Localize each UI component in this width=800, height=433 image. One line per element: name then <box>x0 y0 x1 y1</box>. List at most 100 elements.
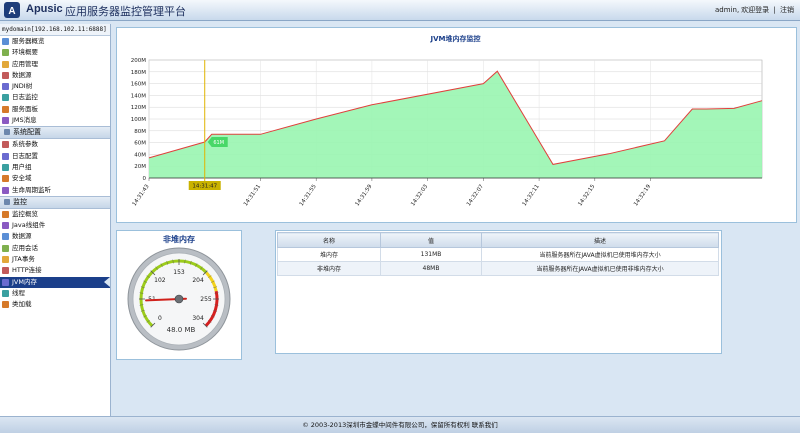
row-desc: 当前服务器所在JAVA虚拟机已使用堆内存大小 <box>481 247 719 262</box>
svg-text:A: A <box>8 6 15 17</box>
app-brand: Apusic <box>26 3 63 15</box>
sidebar-item-icon <box>2 49 9 57</box>
gauge-hub <box>174 294 184 304</box>
sidebar-item[interactable]: Java线组件 <box>0 220 110 231</box>
sidebar-item[interactable]: 应用管理 <box>0 59 110 70</box>
heap-memory-chart-panel: JVM堆内存监控 0 20M 40M 60M 80M 100M 120M 140M 160M 180… <box>116 27 797 223</box>
y-tick-label: 40M <box>134 152 146 158</box>
sidebar-item-label: 系统参数 <box>12 140 38 149</box>
row-value: 131MB <box>380 247 482 262</box>
non-heap-gauge: 非堆内存05110215320425530448.0 MB <box>127 234 231 351</box>
sidebar-item-label: 数据源 <box>12 232 32 241</box>
sidebar-item-label: 安全域 <box>12 174 32 183</box>
x-tick-label: 14:32:03 <box>410 183 429 207</box>
sidebar-item-icon <box>2 186 9 194</box>
sidebar-item-label: Java线组件 <box>12 221 46 230</box>
y-tick-label: 0 <box>143 176 147 182</box>
sidebar-item-icon <box>2 60 9 68</box>
cursor-value-label: 61M <box>213 140 224 146</box>
sidebar-item[interactable]: 系统参数 <box>0 139 110 150</box>
sidebar-item[interactable]: 数据源 <box>0 70 110 81</box>
col-name-header[interactable]: 名称 <box>277 232 381 248</box>
sidebar-item[interactable]: 应用会话 <box>0 243 110 254</box>
sidebar-item[interactable]: 生命周期监听 <box>0 185 110 196</box>
sidebar-item[interactable]: 日志监控 <box>0 92 110 103</box>
sidebar-item[interactable]: 日志配置 <box>0 151 110 162</box>
separator: | <box>773 6 776 14</box>
sidebar-item[interactable]: JMS消息 <box>0 115 110 126</box>
table-row[interactable]: 非堆内存 48MB 当前服务器所在JAVA虚拟机已使用非堆内存大小 <box>277 261 719 276</box>
sidebar-item-icon <box>2 141 9 149</box>
memory-table: 名称 值 描述 堆内存 131MB 当前服务器所在JAVA虚拟机已使用堆内存大小… <box>277 232 719 276</box>
section-label: 系统配置 <box>13 128 41 137</box>
sidebar-item-label: 用户组 <box>12 162 32 171</box>
memory-table-panel: 名称 值 描述 堆内存 131MB 当前服务器所在JAVA虚拟机已使用堆内存大小… <box>275 230 722 354</box>
sidebar-item-icon <box>2 105 9 113</box>
sidebar-item-label: 日志监控 <box>12 93 38 102</box>
y-tick-label: 60M <box>134 141 146 147</box>
gauge-tick-label: 153 <box>173 269 185 276</box>
x-tick-label: 14:32:07 <box>466 183 485 207</box>
sidebar-item-label: 类加载 <box>12 300 32 309</box>
chart-title: JVM堆内存监控 <box>430 34 481 43</box>
sidebar-item-icon <box>2 163 9 171</box>
col-desc-header[interactable]: 描述 <box>481 232 719 248</box>
username: admin <box>715 6 737 14</box>
sidebar-item[interactable]: JNDI树 <box>0 81 110 92</box>
row-name: 堆内存 <box>277 247 381 262</box>
sidebar-item-icon <box>2 210 9 218</box>
sidebar-section-header[interactable]: 系统配置 <box>0 126 110 140</box>
gauge-title: 非堆内存 <box>163 234 195 244</box>
sidebar-item-label: 数据源 <box>12 70 32 79</box>
header: A Apusic 应用服务器监控管理平台 admin, 欢迎登录 | 注销 <box>0 0 800 21</box>
apusic-logo-icon: A <box>4 2 20 18</box>
gauge-tick-label: 0 <box>158 315 162 322</box>
x-tick-label: 14:31:55 <box>299 183 318 207</box>
logout-link[interactable]: 注销 <box>780 6 794 14</box>
x-tick-label: 14:32:19 <box>633 183 652 207</box>
footer: © 2003-2013深圳市金蝶中间件有限公司，保留所有权利 联系我们 <box>0 416 800 433</box>
y-tick-label: 120M <box>131 105 146 111</box>
row-name: 非堆内存 <box>277 261 381 276</box>
sidebar-item-icon <box>2 38 9 45</box>
sidebar-item-icon <box>2 233 9 241</box>
gauge-value-label: 48.0 MB <box>167 326 196 334</box>
sidebar-section-header[interactable]: 监控 <box>0 195 110 209</box>
sidebar: mydomain[192.168.102.11:6888] 服务器概览 环境概要应… <box>0 24 111 416</box>
sidebar-item-icon <box>2 301 9 309</box>
sidebar-item[interactable]: 线程 <box>0 288 110 299</box>
sidebar-item[interactable]: 监控概览 <box>0 209 110 220</box>
sidebar-item-icon <box>2 289 9 297</box>
sidebar-item[interactable]: 服务器概览 <box>0 36 110 47</box>
section-label: 监控 <box>13 197 27 206</box>
app-title: 应用服务器监控管理平台 <box>65 5 186 18</box>
sidebar-item[interactable]: 环境概要 <box>0 47 110 58</box>
sidebar-item[interactable]: 数据源 <box>0 231 110 242</box>
y-tick-label: 180M <box>131 70 146 76</box>
gauge-tick-label: 102 <box>154 277 166 284</box>
sidebar-item[interactable]: HTTP连接 <box>0 265 110 276</box>
col-value-header[interactable]: 值 <box>380 232 482 248</box>
sidebar-item-icon <box>2 152 9 160</box>
row-desc: 当前服务器所在JAVA虚拟机已使用非堆内存大小 <box>481 261 719 276</box>
domain-label[interactable]: mydomain[192.168.102.11:6888] <box>0 24 110 36</box>
sidebar-item-label: JVM内存 <box>12 277 37 286</box>
sidebar-item-icon <box>2 83 9 91</box>
sidebar-item[interactable]: JVM内存 <box>0 276 110 288</box>
section-icon <box>4 129 10 136</box>
sidebar-item-label: JNDI树 <box>12 82 33 91</box>
sidebar-item[interactable]: 类加载 <box>0 299 110 310</box>
sidebar-item-label: JMS消息 <box>12 116 37 125</box>
sidebar-item[interactable]: 服务面板 <box>0 104 110 115</box>
sidebar-item[interactable]: 用户组 <box>0 162 110 173</box>
sidebar-item[interactable]: 安全域 <box>0 173 110 184</box>
sidebar-item[interactable]: JTA事务 <box>0 254 110 265</box>
nav-groups: 服务器概览 环境概要 应用管理数据源 JNDI树日志监控服务面板 JMS消息系统配置系统… <box>0 36 110 311</box>
section-icon <box>4 198 10 205</box>
sidebar-item-icon <box>2 222 9 230</box>
table-row[interactable]: 堆内存 131MB 当前服务器所在JAVA虚拟机已使用堆内存大小 <box>277 247 719 262</box>
sidebar-item-label: 应用管理 <box>12 59 38 68</box>
welcome-text: 欢迎登录 <box>741 6 770 14</box>
sidebar-item-icon <box>2 117 9 125</box>
x-tick-label: 14:32:11 <box>522 184 541 208</box>
